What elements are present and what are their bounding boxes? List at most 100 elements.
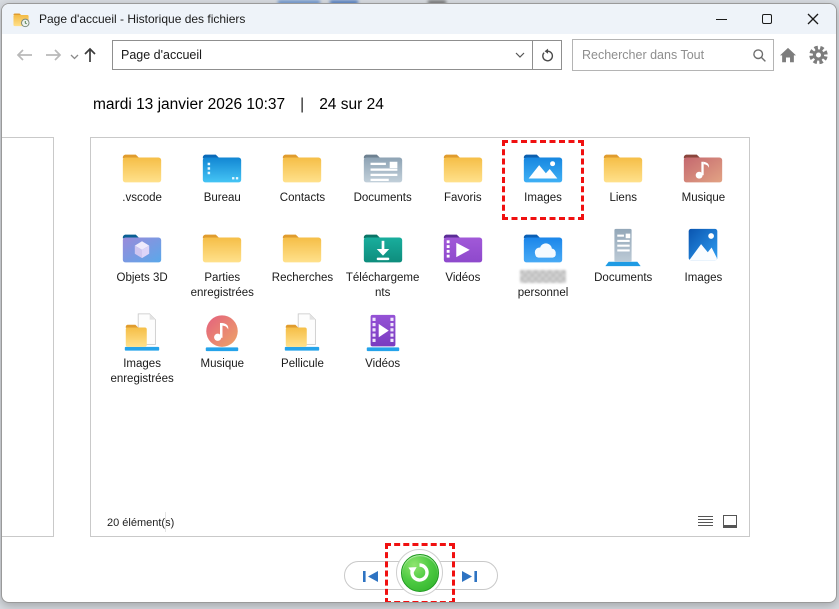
library-pictures-icon	[680, 226, 726, 268]
folder-icon	[279, 146, 325, 188]
gear-icon	[808, 45, 829, 65]
navigation-toolbar	[2, 34, 836, 80]
restore-icon	[407, 560, 432, 585]
snapshot-content-panel: .vscode Bureau Contacts Documents Favoris Ima…	[90, 137, 750, 537]
file-item-label: Images	[524, 191, 562, 206]
back-button[interactable]	[14, 48, 34, 62]
maximize-button[interactable]	[744, 4, 790, 34]
maximize-icon	[762, 14, 772, 24]
minimize-icon	[716, 19, 727, 20]
file-item-recherches[interactable]: Recherches	[262, 226, 342, 286]
library-camera-roll-icon	[279, 312, 325, 354]
file-item-t-l-chargements[interactable]: Téléchargements	[343, 226, 423, 301]
folder-icon	[199, 226, 245, 268]
library-videos-icon	[360, 312, 406, 354]
file-item-contacts[interactable]: Contacts	[262, 146, 342, 206]
file-item-liens[interactable]: Liens	[583, 146, 663, 206]
up-button[interactable]	[83, 46, 97, 64]
file-history-window: Page d'accueil - Historique des fichiers	[1, 3, 837, 603]
search-icon[interactable]	[745, 48, 773, 63]
back-arrow-icon	[14, 48, 34, 62]
file-item-favoris[interactable]: Favoris	[423, 146, 503, 206]
file-item-musique[interactable]: Musique	[182, 312, 262, 372]
address-dropdown-button[interactable]	[508, 41, 532, 69]
folder-onedrive-icon	[520, 226, 566, 268]
file-item-vscode[interactable]: .vscode	[102, 146, 182, 206]
previous-snapshot-button[interactable]	[359, 569, 381, 583]
folder-icon	[279, 226, 325, 268]
file-item-label: Images	[685, 271, 723, 286]
file-item-documents[interactable]: Documents	[343, 146, 423, 206]
file-item-images-enregistr-es[interactable]: Images enregistrées	[102, 312, 182, 387]
restore-button-pad	[396, 549, 443, 596]
folder-3d-icon	[119, 226, 165, 268]
next-snapshot-button[interactable]	[458, 569, 480, 583]
close-icon	[807, 13, 819, 25]
search-input[interactable]	[573, 48, 745, 62]
address-input[interactable]	[113, 48, 508, 62]
folder-downloads-icon	[360, 226, 406, 268]
file-item-label: Vidéos	[365, 357, 400, 372]
file-item-musique[interactable]: Musique	[663, 146, 743, 206]
header-divider: |	[300, 96, 304, 114]
file-item-pellicule[interactable]: Pellicule	[262, 312, 342, 372]
library-documents-icon	[600, 226, 646, 268]
folder-videos-icon	[440, 226, 486, 268]
file-item-label: Recherches	[272, 271, 333, 286]
file-item-label: Bureau	[204, 191, 241, 206]
file-item-images[interactable]: Images	[663, 226, 743, 286]
minimize-button[interactable]	[698, 4, 744, 34]
settings-button[interactable]	[808, 45, 829, 65]
chevron-down-icon	[515, 52, 525, 58]
library-music-icon	[199, 312, 245, 354]
file-item-objets-3d[interactable]: Objets 3D	[102, 226, 182, 286]
file-item-label: Documents	[594, 271, 652, 286]
redacted-text	[520, 270, 566, 283]
previous-snapshot-panel-edge	[1, 137, 54, 537]
window-title: Page d'accueil - Historique des fichiers	[39, 12, 245, 26]
library-saved-pictures-icon	[119, 312, 165, 354]
search-bar	[572, 39, 774, 71]
up-arrow-icon	[83, 46, 97, 64]
file-item-parties-enregistr-es[interactable]: Parties enregistrées	[182, 226, 262, 301]
file-item-vid-os[interactable]: Vidéos	[423, 226, 503, 286]
restore-button[interactable]	[401, 554, 439, 592]
chevron-down-icon	[70, 54, 79, 60]
folder-icon	[119, 146, 165, 188]
file-item-label: personnel	[518, 286, 569, 301]
file-item-label: Contacts	[280, 191, 325, 206]
folder-documents-icon	[360, 146, 406, 188]
recent-locations-button[interactable]	[70, 54, 79, 60]
folder-icon	[600, 146, 646, 188]
forward-button[interactable]	[44, 48, 64, 62]
file-item-images[interactable]: Images	[503, 146, 583, 206]
file-item-label: Téléchargements	[344, 271, 422, 301]
snapshot-date: mardi 13 janvier 2026 10:37	[93, 96, 285, 114]
folder-icon	[440, 146, 486, 188]
forward-arrow-icon	[44, 48, 64, 62]
file-item-label: Images enregistrées	[103, 357, 181, 387]
close-button[interactable]	[790, 4, 836, 34]
title-bar: Page d'accueil - Historique des fichiers	[2, 4, 836, 34]
snapshot-header: mardi 13 janvier 2026 10:37 | 24 sur 24	[93, 96, 384, 114]
home-button[interactable]	[779, 47, 797, 63]
file-item-personnel[interactable]: personnel	[503, 226, 583, 301]
file-item-vid-os[interactable]: Vidéos	[343, 312, 423, 372]
refresh-icon	[540, 48, 555, 63]
previous-icon	[361, 570, 380, 583]
file-item-label: .vscode	[122, 191, 162, 206]
snapshot-counter: 24 sur 24	[319, 96, 384, 114]
file-item-label: Documents	[354, 191, 412, 206]
file-item-label: Objets 3D	[117, 271, 168, 286]
refresh-button[interactable]	[532, 40, 562, 70]
folder-music-icon	[680, 146, 726, 188]
icons-view-button[interactable]	[723, 515, 737, 528]
screen: { "titlebar": { "title": "Page d'accueil…	[0, 0, 839, 609]
file-item-bureau[interactable]: Bureau	[182, 146, 262, 206]
file-item-documents[interactable]: Documents	[583, 226, 663, 286]
details-view-button[interactable]	[698, 516, 713, 528]
file-item-label: Pellicule	[281, 357, 324, 372]
file-grid: .vscode Bureau Contacts Documents Favoris Ima…	[102, 146, 744, 387]
file-item-label: Parties enregistrées	[183, 271, 261, 301]
home-icon	[779, 47, 797, 63]
